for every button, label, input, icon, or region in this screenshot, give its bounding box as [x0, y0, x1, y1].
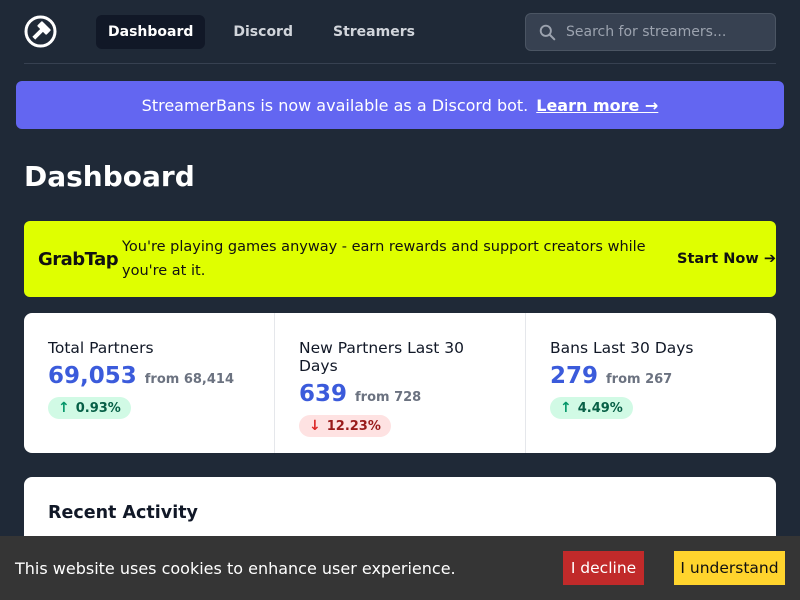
nav-dashboard[interactable]: Dashboard: [96, 14, 206, 49]
stat-bans: Bans Last 30 Days 279 from 267 ↑ 4.49%: [526, 313, 776, 453]
stat-label: New Partners Last 30 Days: [299, 339, 465, 375]
nav-links: Dashboard Discord Streamers: [96, 14, 443, 49]
arrow-up-icon: ↑: [560, 400, 572, 416]
start-now-link[interactable]: Start Now ➔: [677, 247, 776, 271]
arrow-down-icon: ↓: [309, 418, 321, 434]
change-badge: ↑ 4.49%: [550, 397, 633, 419]
change-value: 0.93%: [75, 400, 121, 416]
grabtap-logo: GrabTap: [38, 248, 119, 270]
banner-text: StreamerBans is now available as a Disco…: [141, 95, 529, 115]
decline-button[interactable]: I decline: [563, 551, 644, 585]
learn-more-link[interactable]: Learn more →: [536, 96, 658, 115]
cookie-text: This website uses cookies to enhance use…: [15, 558, 456, 578]
change-badge: ↓ 12.23%: [299, 415, 391, 437]
grabtap-ad[interactable]: GrabTap You're playing games anyway - ea…: [24, 221, 776, 297]
accept-button[interactable]: I understand: [674, 551, 785, 585]
hammer-icon[interactable]: [24, 15, 57, 48]
top-nav: Dashboard Discord Streamers: [24, 0, 776, 64]
change-value: 4.49%: [577, 400, 623, 416]
recent-activity-title: Recent Activity: [48, 503, 198, 523]
stat-from: from 267: [606, 372, 673, 387]
stats-panel: Total Partners 69,053 from 68,414 ↑ 0.93…: [24, 313, 776, 453]
change-badge: ↑ 0.93%: [48, 397, 131, 419]
search-icon: [539, 24, 556, 40]
stat-label: Bans Last 30 Days: [550, 339, 694, 357]
cookie-banner: This website uses cookies to enhance use…: [0, 536, 800, 600]
search-input[interactable]: [566, 24, 766, 40]
nav-discord[interactable]: Discord: [221, 15, 305, 49]
stat-value: 69,053: [48, 363, 137, 389]
discord-bot-banner: StreamerBans is now available as a Disco…: [16, 81, 784, 129]
stat-total-partners: Total Partners 69,053 from 68,414 ↑ 0.93…: [24, 313, 275, 453]
ad-text: You're playing games anyway - earn rewar…: [122, 239, 646, 279]
arrow-up-icon: ↑: [58, 400, 70, 416]
nav-streamers[interactable]: Streamers: [321, 15, 427, 49]
stat-from: from 68,414: [144, 372, 235, 387]
stat-from: from 728: [355, 390, 422, 405]
stat-value: 279: [550, 363, 599, 389]
stat-value: 639: [299, 381, 348, 407]
change-value: 12.23%: [326, 418, 381, 434]
search-box[interactable]: [525, 13, 776, 51]
stat-new-partners: New Partners Last 30 Days 639 from 728 ↓…: [275, 313, 526, 453]
stat-label: Total Partners: [48, 339, 154, 357]
page-title: Dashboard: [24, 160, 195, 193]
